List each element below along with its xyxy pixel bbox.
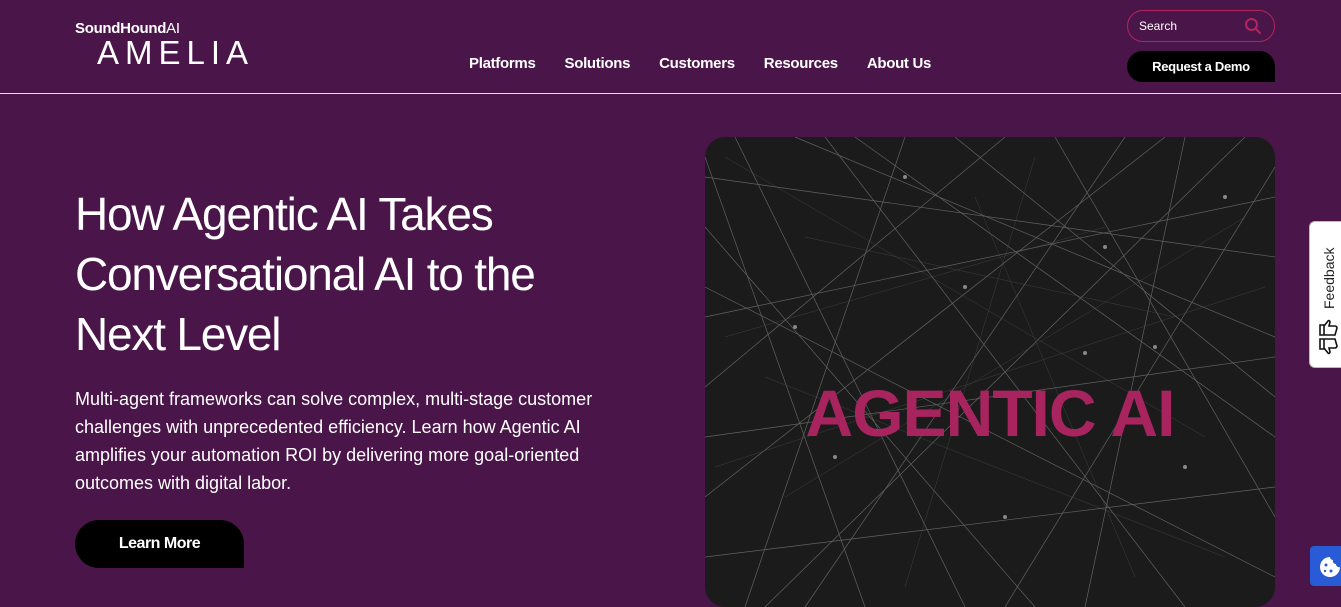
nav-item-resources[interactable]: Resources	[764, 55, 838, 72]
search-box	[1127, 10, 1275, 42]
feedback-label: Feedback	[1321, 247, 1337, 309]
hero-title: How Agentic AI Takes Conversational AI t…	[75, 188, 536, 360]
nav-item-about-us[interactable]: About Us	[867, 55, 932, 72]
soundhound-amelia-logo[interactable]: SoundHoundAI AMELIA	[75, 20, 248, 72]
nav-item-solutions[interactable]: Solutions	[565, 55, 631, 72]
nav-item-customers[interactable]: Customers	[659, 55, 735, 72]
request-demo-button[interactable]: Request a Demo	[1127, 51, 1275, 82]
nav-item-platforms[interactable]: Platforms	[469, 55, 536, 72]
network-lines-graphic	[705, 137, 1275, 607]
site-header: SoundHoundAI AMELIA Platforms Solutions …	[0, 0, 1341, 94]
main-nav: Platforms Solutions Customers Resources …	[469, 55, 960, 72]
hero-image: AGENTIC AI	[705, 137, 1275, 607]
cookie-icon	[1319, 556, 1341, 583]
search-input[interactable]	[1137, 18, 1244, 34]
feedback-tab[interactable]: Feedback	[1309, 221, 1341, 368]
thumbs-up-down-icon	[1316, 319, 1340, 360]
search-icon[interactable]	[1244, 17, 1262, 35]
logo-product: AMELIA	[97, 34, 255, 71]
cookie-settings-button[interactable]	[1310, 546, 1341, 586]
hero-image-title: AGENTIC AI	[805, 376, 1176, 450]
learn-more-button[interactable]: Learn More	[75, 520, 244, 568]
hero-description: Multi-agent frameworks can solve complex…	[75, 389, 593, 493]
